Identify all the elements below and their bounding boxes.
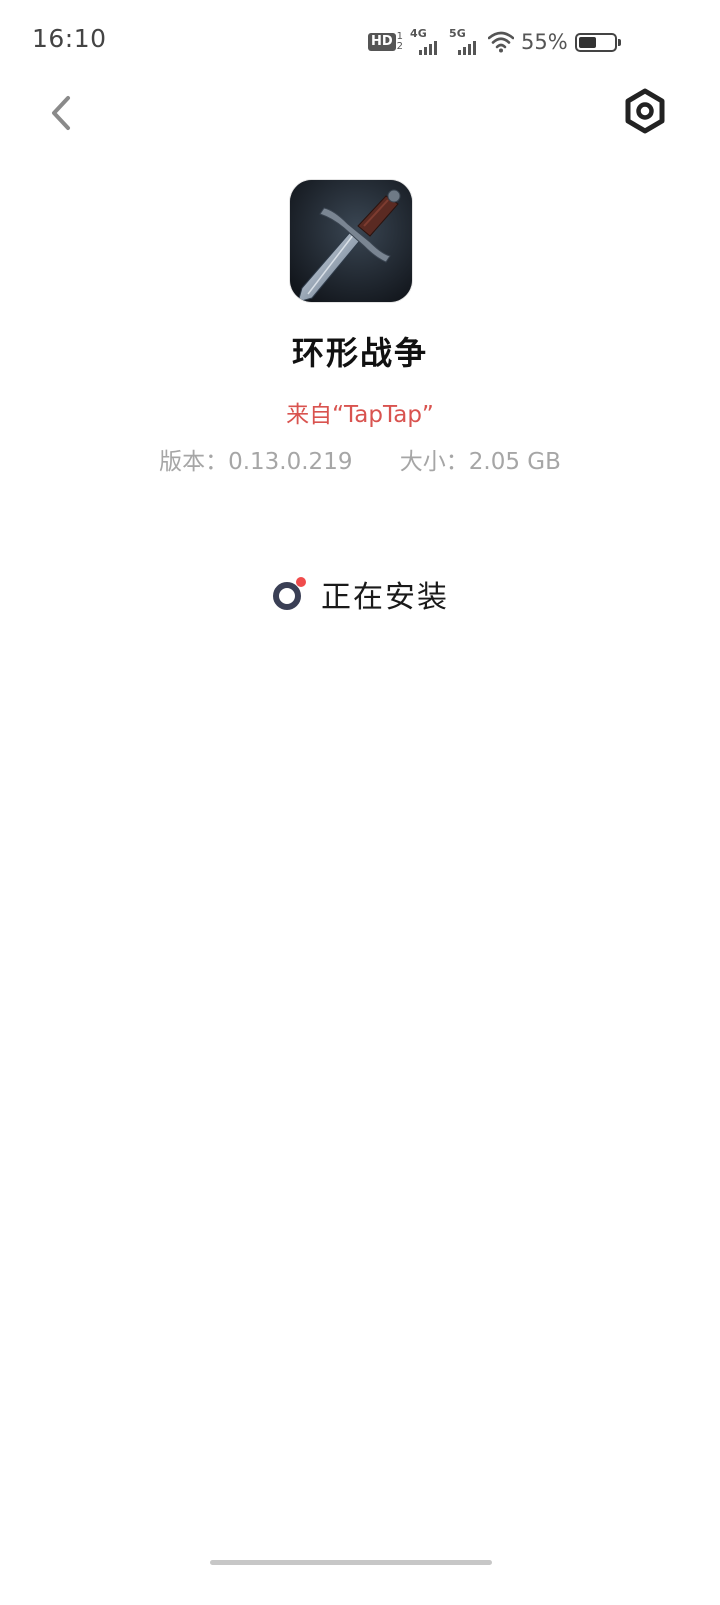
hd-label: HD — [368, 33, 396, 51]
battery-percent: 55% — [521, 30, 568, 54]
app-size: 大小：2.05 GB — [399, 449, 561, 475]
hd-sim-indicator: 1 2 — [397, 32, 403, 52]
hex-settings-icon — [625, 88, 665, 134]
app-icon — [290, 180, 412, 302]
app-name: 环形战争 — [291, 334, 428, 372]
status-time: 16:10 — [32, 24, 107, 53]
signal-5g-label: 5G — [449, 27, 466, 40]
install-status: 正在安装 — [0, 572, 720, 616]
install-status-label: 正在安装 — [321, 580, 449, 615]
battery-icon — [574, 32, 621, 52]
battery-fill — [578, 36, 596, 48]
hd-voice-icon: HD 1 2 — [368, 32, 403, 52]
hd-sub-bottom: 2 — [396, 41, 404, 52]
app-meta: 版本：0.13.0.219 大小：2.05 GB — [0, 442, 720, 476]
chevron-left-icon — [52, 96, 70, 130]
loading-spinner-icon — [273, 577, 306, 610]
signal-5g-icon: 5G — [449, 27, 481, 55]
status-bar: 16:10 HD 1 2 4G 5G 55% — [0, 0, 720, 82]
settings-button[interactable] — [618, 84, 672, 138]
status-icons: HD 1 2 4G 5G 55% — [368, 27, 624, 57]
app-version: 版本：0.13.0.219 — [159, 449, 353, 475]
sword-icon — [290, 180, 412, 302]
app-source: 来自“TapTap” — [286, 402, 434, 428]
back-button[interactable] — [36, 88, 86, 138]
signal-4g-label: 4G — [410, 27, 427, 40]
signal-4g-icon: 4G — [410, 27, 442, 55]
home-indicator[interactable] — [210, 1560, 492, 1565]
wifi-icon — [488, 31, 515, 53]
